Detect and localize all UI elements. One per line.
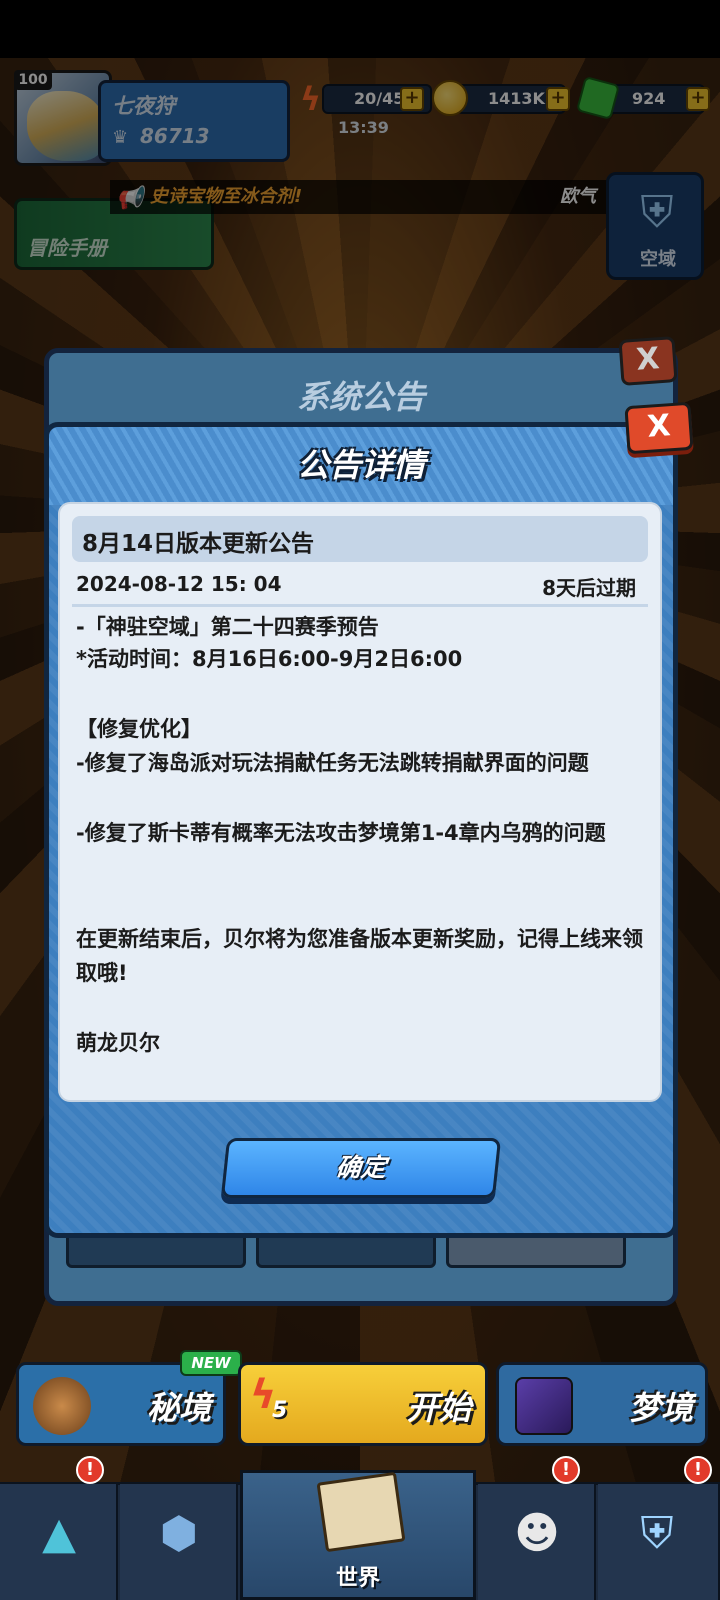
notice-date: 2024-08-12 15: 04 — [76, 572, 282, 596]
shield-icon: ⛨ — [640, 1508, 674, 1559]
crystal-icon: ▲ — [42, 1508, 76, 1559]
dream-realm-label: 梦境 — [628, 1389, 693, 1427]
nav-item-heroes[interactable]: ▲ — [0, 1484, 118, 1600]
secret-realm-label: 秘境 — [146, 1389, 211, 1427]
card-icon — [515, 1377, 573, 1435]
notice-expiry: 8天后过期 — [542, 576, 636, 600]
divider — [72, 604, 648, 607]
map-icon — [316, 1471, 406, 1553]
notice-title: 8月14日版本更新公告 — [82, 531, 315, 557]
system-notice-close-button[interactable]: X — [618, 336, 678, 386]
dream-realm-button[interactable]: 梦境 — [496, 1362, 708, 1446]
hexagon-upgrade-icon: ⬢ — [159, 1508, 199, 1559]
notice-line: -修复了斯卡蒂有概率无法攻击梦境第1-4章内乌鸦的问题 — [76, 821, 606, 845]
new-badge: NEW — [180, 1350, 242, 1376]
notice-line: -修复了海岛派对玩法捐献任务无法跳转捐献界面的问题 — [76, 751, 589, 775]
target-icon — [33, 1377, 91, 1435]
companion-icon: ☻ — [514, 1508, 560, 1559]
nav-world-label: 世界 — [335, 1566, 380, 1591]
confirm-button[interactable]: 确定 — [220, 1138, 502, 1198]
nav-item-upgrade[interactable]: ⬢ — [120, 1484, 238, 1600]
notification-badge: ! — [552, 1456, 580, 1484]
system-notice-title: 系统公告 — [296, 378, 425, 416]
notice-signature: 萌龙贝尔 — [76, 1031, 160, 1055]
dialog-title: 公告详情 — [296, 446, 425, 484]
notice-line: *活动时间：8月16日6:00-9月2日6:00 — [76, 647, 463, 671]
notice-line: 在更新结束后，贝尔将为您准备版本更新奖励，记得上线来领取哦! — [76, 927, 643, 985]
close-button[interactable]: X — [624, 401, 694, 455]
start-energy-cost: 5 — [272, 1398, 288, 1423]
notification-badge: ! — [684, 1456, 712, 1484]
start-label: 开始 — [406, 1389, 471, 1427]
nav-item-base[interactable]: ⛨ — [598, 1484, 720, 1600]
notice-line: -「神驻空域」第二十四赛季预告 — [76, 615, 379, 639]
status-bar — [0, 0, 720, 58]
notification-badge: ! — [76, 1456, 104, 1484]
notice-line: 【修复优化】 — [76, 717, 202, 741]
nav-item-pets[interactable]: ☻ — [478, 1484, 596, 1600]
